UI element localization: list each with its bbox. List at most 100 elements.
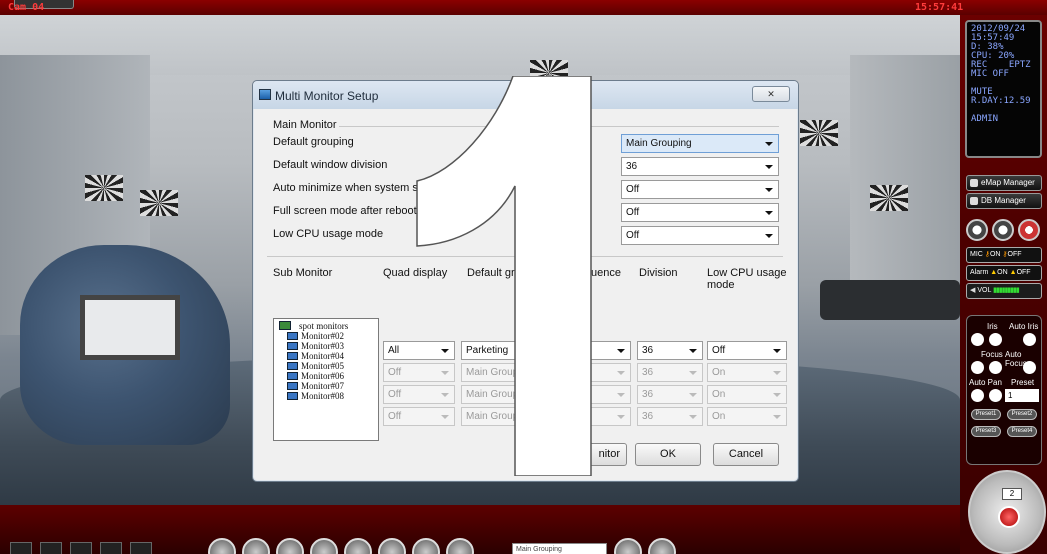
toolbar-button-5[interactable] — [344, 538, 372, 554]
tree-root-label: spot monitors — [299, 321, 349, 331]
low-cpu-value: Off — [626, 230, 640, 241]
monitor-tree[interactable]: spot monitors Monitor#02 Monitor#03 Moni… — [273, 318, 379, 441]
toolbar-button-2[interactable] — [242, 538, 270, 554]
ok-button[interactable]: OK — [635, 443, 701, 466]
tree-root[interactable]: spot monitors — [277, 321, 375, 331]
iris-close-button[interactable] — [989, 333, 1002, 346]
preset-select[interactable]: 1 — [1005, 389, 1039, 402]
chevron-down-icon — [617, 415, 625, 419]
test-target — [140, 190, 178, 216]
toolbar-button-8[interactable] — [446, 538, 474, 554]
group-select[interactable]: Main Grouping — [512, 543, 607, 554]
speed-select[interactable]: 2 — [1002, 488, 1022, 500]
test-target — [800, 120, 838, 146]
toolbar-button-3[interactable] — [276, 538, 304, 554]
default-window-division-select[interactable]: 36 — [621, 157, 779, 176]
layout-16-button[interactable] — [100, 542, 122, 554]
low-cpu-select[interactable]: Off — [621, 226, 779, 245]
division-header: Division — [639, 267, 678, 279]
cancel-button[interactable]: Cancel — [713, 443, 779, 466]
focus-near-button[interactable] — [971, 361, 984, 374]
default-group-value: Main Groupi — [466, 411, 521, 422]
camera-table — [820, 280, 960, 320]
toolbar-button-4[interactable] — [310, 538, 338, 554]
volume-control[interactable]: ◀ VOL ▮▮▮▮▮▮▮▮▮ — [966, 283, 1042, 299]
section-divider — [267, 256, 783, 257]
toolbar-button-7[interactable] — [412, 538, 440, 554]
mic-off-label: OFF — [1007, 251, 1022, 258]
auto-iris-button[interactable] — [1023, 333, 1036, 346]
layout-9-button[interactable] — [70, 542, 92, 554]
ptz-joystick[interactable]: 2 — [968, 470, 1046, 554]
chevron-down-icon — [765, 188, 773, 192]
layout-4-button[interactable] — [40, 542, 62, 554]
default-group-header: Default grou — [467, 267, 527, 279]
status-line: ADMIN — [971, 114, 999, 124]
toolbar-button-6[interactable] — [378, 538, 406, 554]
layout-1-button[interactable] — [10, 542, 32, 554]
view-knob-2[interactable] — [992, 219, 1014, 241]
low-cpu-header: Low CPU usage mode — [707, 267, 787, 291]
multi-monitor-setup-dialog: Multi Monitor Setup ✕ Main Monitor Defau… — [252, 80, 799, 482]
identify-monitor-button[interactable]: nitor — [559, 443, 627, 466]
dialog-body: Main Monitor Default grouping Main Group… — [259, 111, 792, 477]
chevron-down-icon — [773, 393, 781, 397]
ptz-panel: Iris Auto Iris Focus Auto Focus Auto Pan… — [966, 315, 1042, 465]
alarm-on-label: ON — [997, 269, 1008, 276]
chevron-down-icon — [441, 393, 449, 397]
tree-item[interactable]: Monitor#03 — [285, 341, 375, 351]
auto-iris-label: Auto Iris — [1009, 322, 1039, 331]
quad-display-value: Off — [388, 389, 402, 400]
mic-control[interactable]: MIC ⚷ON ⚷OFF — [966, 247, 1042, 263]
layout-36-button[interactable] — [130, 542, 152, 554]
control-panel: 2012/09/24 15:57:49 D: 38% CPU: 20% REC … — [960, 15, 1047, 554]
toolbar-button-1[interactable] — [208, 538, 236, 554]
alarm-off-label: OFF — [1016, 269, 1031, 276]
auto-focus-button[interactable] — [1023, 361, 1036, 374]
record-knob[interactable] — [1018, 219, 1040, 241]
speaker-icon: ◀ — [970, 287, 976, 294]
auto-minimize-select[interactable]: Off — [621, 180, 779, 199]
quad-display-select[interactable]: All — [383, 341, 455, 360]
quad-display-value: All — [388, 345, 400, 356]
focus-far-button[interactable] — [989, 361, 1002, 374]
dialog-titlebar[interactable]: Multi Monitor Setup ✕ — [253, 81, 798, 109]
alarm-off-icon: ▲ — [1009, 269, 1017, 276]
full-screen-select[interactable]: Off — [621, 203, 779, 222]
auto-pan-start-button[interactable] — [971, 389, 984, 402]
close-button[interactable]: ✕ — [752, 86, 790, 102]
tree-item[interactable]: Monitor#08 — [285, 391, 375, 401]
toolbar-button-10[interactable] — [648, 538, 676, 554]
tree-item-label: Monitor#04 — [301, 351, 345, 361]
tree-item[interactable]: Monitor#06 — [285, 371, 375, 381]
default-group-select[interactable]: Parketing — [461, 341, 631, 360]
view-knob-1[interactable] — [966, 219, 988, 241]
db-manager-button[interactable]: DB Manager — [966, 193, 1042, 209]
default-grouping-select[interactable]: Main Grouping — [621, 134, 779, 153]
default-window-division-label: Default window division — [273, 159, 388, 171]
quad-display-select: Off — [383, 363, 455, 382]
tree-item[interactable]: Monitor#07 — [285, 381, 375, 391]
monitor-group-icon — [279, 321, 291, 330]
low-cpu-label: Low CPU usage mode — [273, 228, 384, 240]
tree-item[interactable]: Monitor#05 — [285, 361, 375, 371]
emap-manager-button[interactable]: eMap Manager — [966, 175, 1042, 191]
division-select[interactable]: 36 — [637, 341, 703, 360]
chevron-down-icon — [441, 349, 449, 353]
low-cpu-row-select[interactable]: Off — [707, 341, 787, 360]
power-icon[interactable] — [998, 506, 1020, 528]
tree-item[interactable]: Monitor#02 — [285, 331, 375, 341]
tree-item[interactable]: Monitor#04 — [285, 351, 375, 361]
division-select: 36 — [637, 363, 703, 382]
preset-button-3[interactable]: Preset3 — [971, 426, 1001, 437]
alarm-control[interactable]: Alarm ▲ON ▲OFF — [966, 265, 1042, 281]
monitor-icon — [287, 332, 298, 340]
preset-button-2[interactable]: Preset2 — [1007, 409, 1037, 420]
preset-button-4[interactable]: Preset4 — [1007, 426, 1037, 437]
default-group-select: Main Groupi — [461, 363, 631, 382]
iris-open-button[interactable] — [971, 333, 984, 346]
auto-pan-stop-button[interactable] — [989, 389, 1002, 402]
toolbar-button-9[interactable] — [614, 538, 642, 554]
default-group-select: Main Groupi — [461, 385, 631, 404]
preset-button-1[interactable]: Preset1 — [971, 409, 1001, 420]
